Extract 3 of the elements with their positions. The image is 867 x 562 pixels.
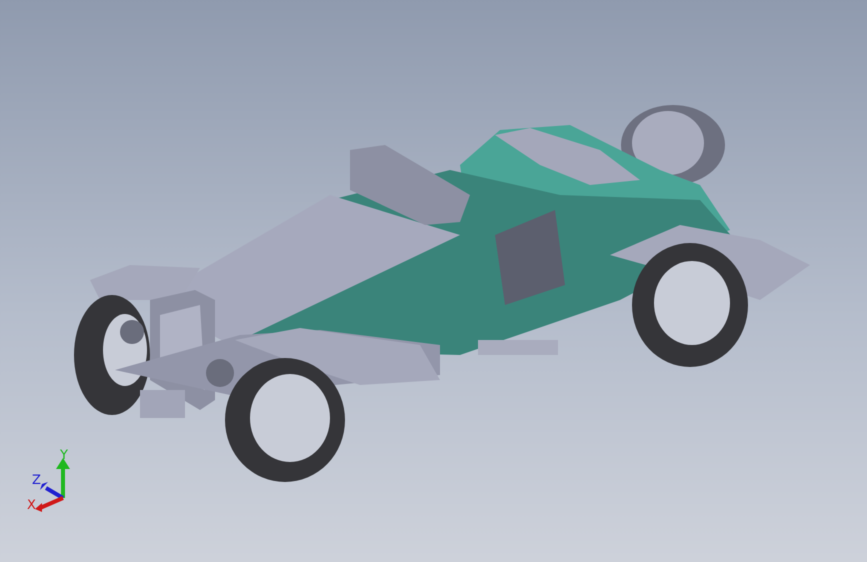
axis-label: X bbox=[27, 498, 36, 513]
axis-label: Y bbox=[60, 448, 68, 463]
axis-label: Z bbox=[32, 473, 41, 488]
